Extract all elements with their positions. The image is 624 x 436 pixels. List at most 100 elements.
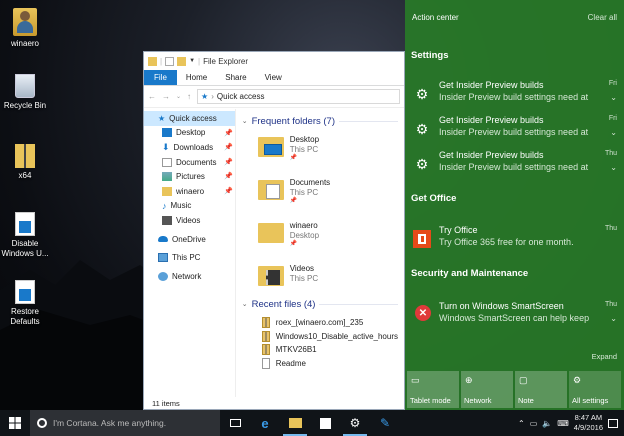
notification-item[interactable]: ✕ Turn on Windows SmartScreen Windows Sm… <box>405 299 624 332</box>
item-count: 11 items <box>152 398 180 408</box>
quick-action-note[interactable]: ▢ Note <box>515 371 567 408</box>
section-header-frequent[interactable]: ⌄ Frequent folders (7) <box>242 113 398 129</box>
folder-name: Documents <box>289 178 331 187</box>
taskbar-app-script[interactable]: ✎ <box>370 410 400 436</box>
volume-icon[interactable]: 🔈 <box>542 419 552 428</box>
breadcrumb-quick-access[interactable]: Quick access <box>217 92 265 101</box>
section-header-recent[interactable]: ⌄ Recent files (4) <box>242 296 398 312</box>
videos-folder-icon <box>257 264 284 286</box>
network-tray-icon[interactable]: ▭ <box>530 419 538 428</box>
clock[interactable]: 8:47 AM 4/9/2016 <box>574 413 603 433</box>
nav-item-winaero[interactable]: winaero 📌 <box>144 184 235 199</box>
frequent-folder-item[interactable]: winaero Desktop 📌 <box>242 215 398 258</box>
notification-item[interactable]: ⚙ Get Insider Preview builds Insider Pre… <box>405 113 624 146</box>
new-folder-icon[interactable] <box>177 56 187 66</box>
desktop-icon-restore-defaults[interactable]: Restore Defaults <box>0 280 50 327</box>
chevron-down-icon[interactable]: ⌄ <box>610 128 617 137</box>
chevron-down-icon[interactable]: ⌄ <box>610 163 617 172</box>
back-arrow-icon[interactable]: ← <box>148 92 156 101</box>
tab-file[interactable]: File <box>144 70 177 85</box>
recent-locations-icon[interactable]: ⌄ <box>176 93 181 100</box>
explorer-title-bar[interactable]: | ▼ | File Explorer <box>144 52 404 70</box>
script-file-icon <box>15 280 35 304</box>
clear-all-button[interactable]: Clear all <box>588 13 617 22</box>
desktop-icon-disable-windows-update[interactable]: Disable Windows U... <box>0 212 50 259</box>
nav-item-label: Network <box>172 271 202 281</box>
file-name: roex_[winaero.com]_235 <box>275 318 364 328</box>
group-label: Settings <box>411 49 449 61</box>
frequent-folder-item[interactable]: Videos This PC <box>242 258 398 296</box>
pin-icon[interactable]: 📌 <box>224 187 233 195</box>
notification-item[interactable]: Try Office Try Office 365 free for one m… <box>405 223 624 256</box>
recent-file-item[interactable]: Readme <box>242 357 398 371</box>
nav-item-network[interactable]: Network <box>144 269 235 284</box>
frequent-folder-item[interactable]: Documents This PC 📌 <box>242 172 398 215</box>
quick-action-all-settings[interactable]: ⚙ All settings <box>569 371 621 408</box>
dropdown-icon[interactable]: ▼ <box>189 58 195 64</box>
forward-arrow-icon[interactable]: → <box>162 92 170 101</box>
tab-view[interactable]: View <box>256 70 291 85</box>
desktop-icon-winaero[interactable]: winaero <box>0 8 50 49</box>
address-bar[interactable]: ★ › Quick access <box>197 89 400 104</box>
nav-item-music[interactable]: ♪ Music <box>144 199 235 214</box>
note-icon: ▢ <box>519 375 528 385</box>
quick-action-network[interactable]: ⊕ Network <box>461 371 513 408</box>
pin-icon[interactable]: 📌 <box>224 158 233 166</box>
chevron-down-icon[interactable]: ⌄ <box>610 93 617 102</box>
up-arrow-icon[interactable]: ↑ <box>187 92 191 101</box>
nav-item-desktop[interactable]: Desktop 📌 <box>144 126 235 141</box>
divider <box>339 120 398 122</box>
recent-file-item[interactable]: Windows10_Disable_active_hours <box>242 330 398 344</box>
star-icon: ★ <box>201 92 209 101</box>
desktop-icon-x64[interactable]: x64 <box>0 144 50 181</box>
notification-title: Try Office <box>439 225 478 235</box>
document-icon <box>162 157 172 167</box>
tab-share[interactable]: Share <box>216 70 255 85</box>
task-view-button[interactable] <box>220 410 250 436</box>
notification-item[interactable]: ⚙ Get Insider Preview builds Insider Pre… <box>405 148 624 181</box>
recent-file-item[interactable]: MTKV26B1 <box>242 343 398 357</box>
notification-title: Get Insider Preview builds <box>439 150 544 160</box>
group-header-get-office[interactable]: Get Office <box>405 191 456 205</box>
expand-button[interactable]: Expand <box>592 352 617 361</box>
star-icon: ★ <box>158 113 166 123</box>
pin-icon[interactable]: 📌 <box>224 172 233 180</box>
group-header-settings[interactable]: Settings <box>405 48 448 62</box>
action-center-icon[interactable] <box>608 418 618 428</box>
pin-icon[interactable]: 📌 <box>224 129 233 137</box>
group-header-security-maintenance[interactable]: Security and Maintenance <box>405 266 528 280</box>
notification-item[interactable]: ⚙ Get Insider Preview builds Insider Pre… <box>405 78 624 111</box>
nav-item-onedrive[interactable]: OneDrive <box>144 232 235 247</box>
file-name: MTKV26B1 <box>275 345 317 355</box>
divider <box>319 303 398 305</box>
taskbar-app-file-explorer[interactable] <box>280 410 310 436</box>
quick-action-label: Note <box>518 396 534 405</box>
nav-item-label: Videos <box>176 215 201 225</box>
notification-day: Thu <box>604 301 617 308</box>
folder-icon <box>162 186 172 196</box>
start-button[interactable] <box>0 410 30 436</box>
nav-item-this-pc[interactable]: This PC <box>144 250 235 265</box>
nav-item-pictures[interactable]: Pictures 📌 <box>144 169 235 184</box>
file-name: Windows10_Disable_active_hours <box>275 331 398 341</box>
pin-icon[interactable]: 📌 <box>224 143 233 151</box>
frequent-folder-item[interactable]: Desktop This PC 📌 <box>242 129 398 172</box>
nav-item-quick-access[interactable]: ★ Quick access <box>144 111 235 126</box>
chevron-up-icon[interactable]: ⌃ <box>518 419 525 428</box>
properties-icon[interactable] <box>165 56 175 66</box>
recent-file-item[interactable]: roex_[winaero.com]_235 <box>242 316 398 330</box>
taskbar-app-store[interactable] <box>310 410 340 436</box>
desktop-icon-recycle-bin[interactable]: Recycle Bin <box>0 74 50 111</box>
nav-item-documents[interactable]: Documents 📌 <box>144 155 235 170</box>
nav-item-downloads[interactable]: ⬇ Downloads 📌 <box>144 140 235 155</box>
keyboard-icon[interactable]: ⌨ <box>557 419 569 428</box>
taskbar-app-edge[interactable]: e <box>250 410 280 436</box>
cortana-search-box[interactable]: I'm Cortana. Ask me anything. <box>30 410 220 436</box>
tab-home[interactable]: Home <box>177 70 216 85</box>
quick-action-tablet-mode[interactable]: ▭ Tablet mode <box>407 371 459 408</box>
pin-icon: 📌 <box>289 155 298 161</box>
taskbar-app-settings[interactable]: ⚙ <box>340 410 370 436</box>
chevron-down-icon[interactable]: ⌄ <box>610 314 617 323</box>
quick-action-label: All settings <box>572 396 609 405</box>
nav-item-videos[interactable]: Videos <box>144 213 235 228</box>
